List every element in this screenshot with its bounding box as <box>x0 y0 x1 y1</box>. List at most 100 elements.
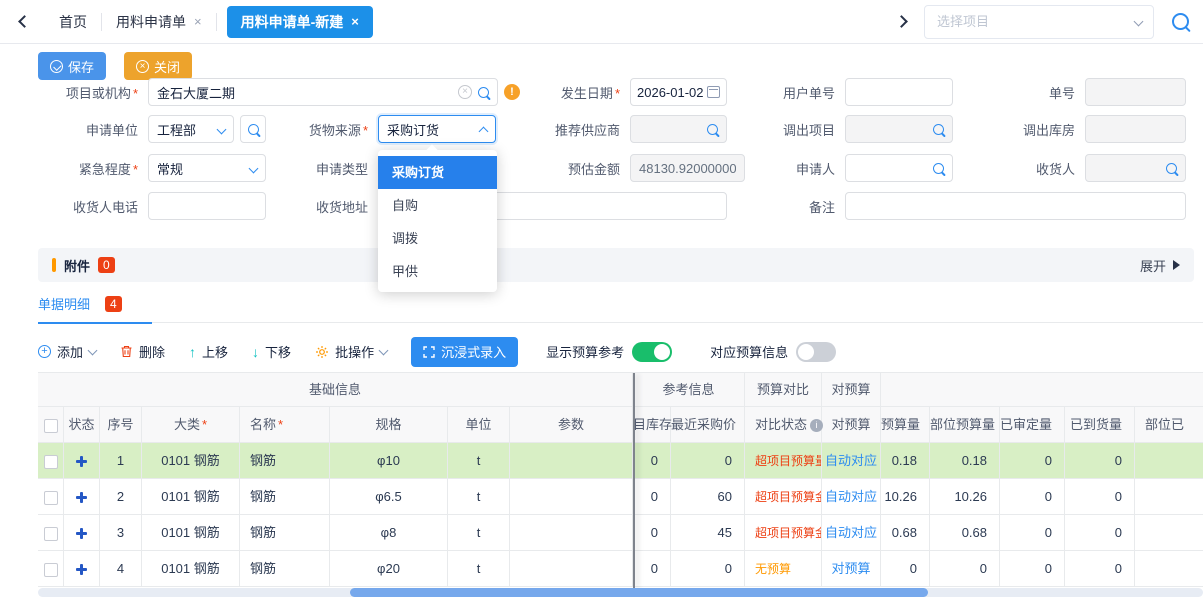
search-icon[interactable] <box>933 163 944 174</box>
add-row-icon[interactable] <box>76 456 87 467</box>
cell-name: 钢筋 <box>240 443 330 478</box>
move-down-button[interactable]: 下移 <box>252 342 291 361</box>
dropdown-option[interactable]: 采购订货 <box>378 156 497 189</box>
urgency-select[interactable]: 常规 <box>148 154 266 182</box>
tab-home[interactable]: 首页 <box>45 6 101 38</box>
forward-chevron-icon[interactable] <box>895 15 908 28</box>
form-row-3: 紧急程度 常规 申请类型 预估金额 48130.9200000000 申请人 收… <box>38 154 1186 182</box>
expand-button[interactable]: 展开 <box>1140 256 1180 275</box>
chevron-down-icon[interactable] <box>249 163 259 173</box>
cell-last_price: 60 <box>671 479 745 514</box>
table-row: 20101 钢筋钢筋φ6.5t060超项目预算金额自动对应10.2610.260… <box>38 479 1203 515</box>
check-circle-icon <box>50 60 63 73</box>
row-checkbox[interactable] <box>44 491 58 505</box>
cell-part_budget_qty: 10.26 <box>930 479 1000 514</box>
goods-source-label: 货物来源 <box>266 120 378 139</box>
batch-button[interactable]: 批操作 <box>315 342 387 361</box>
search-icon[interactable] <box>1172 13 1189 30</box>
search-icon[interactable] <box>478 87 489 98</box>
header-checkbox[interactable] <box>44 419 58 433</box>
dropdown-option[interactable]: 调拨 <box>378 222 497 255</box>
budget-link[interactable]: 自动对应 <box>825 453 877 468</box>
cell-param <box>510 479 633 514</box>
chevron-up-icon[interactable] <box>479 126 489 136</box>
compare-status: 超项目预算量, <box>755 454 822 468</box>
receiver-phone-field[interactable] <box>148 192 266 220</box>
search-icon[interactable] <box>933 124 944 135</box>
goods-source-select[interactable]: 采购订货 <box>378 115 496 143</box>
add-row-icon[interactable] <box>76 564 87 575</box>
plus-circle-icon <box>38 345 51 358</box>
cell-budget_qty: 0.18 <box>881 443 930 478</box>
immersive-entry-button[interactable]: 沉浸式录入 <box>411 337 518 367</box>
column-header-compare: 对比状态 <box>755 417 807 432</box>
apply-dept-search-button[interactable] <box>240 115 266 143</box>
cell-last_price: 0 <box>671 443 745 478</box>
compare-status: 超项目预算金额 <box>755 526 822 540</box>
tab-detail[interactable]: 单据明细 4 <box>38 294 152 324</box>
cell-extra <box>1135 479 1203 514</box>
attachment-bar[interactable]: 附件 0 展开 <box>38 248 1194 282</box>
budget-link[interactable]: 自动对应 <box>825 525 877 540</box>
budget-link[interactable]: 对预算 <box>831 561 870 576</box>
toggle-off-switch[interactable] <box>796 342 836 362</box>
tab-divider <box>216 13 217 31</box>
column-header-name: 名称 <box>250 417 276 432</box>
applicant-field[interactable] <box>845 154 953 182</box>
chevron-down-icon[interactable] <box>217 124 227 134</box>
delete-button[interactable]: 删除 <box>120 342 165 361</box>
move-up-button[interactable]: 上移 <box>189 342 228 361</box>
cell-part_budget_qty: 0.18 <box>930 443 1000 478</box>
add-row-icon[interactable] <box>76 528 87 539</box>
out-project-field <box>845 115 953 143</box>
cell-arrived: 0 <box>1065 443 1135 478</box>
apply-dept-select[interactable]: 工程部 <box>148 115 234 143</box>
gear-icon <box>315 345 329 359</box>
calendar-icon[interactable] <box>707 86 720 98</box>
dropdown-option[interactable]: 甲供 <box>378 255 497 288</box>
user-doc-no-field[interactable] <box>845 78 953 106</box>
project-select-input[interactable] <box>924 5 1154 39</box>
hscrollbar-track[interactable] <box>38 588 1203 597</box>
row-checkbox[interactable] <box>44 563 58 577</box>
down-arrow-icon <box>252 344 259 360</box>
cell-last_price: 0 <box>671 551 745 586</box>
remark-field[interactable] <box>845 192 1186 220</box>
fixed-column-divider <box>633 373 635 588</box>
dropdown-option[interactable]: 自购 <box>378 189 497 222</box>
warning-icon[interactable] <box>504 84 520 100</box>
hscrollbar-thumb[interactable] <box>350 588 928 597</box>
tab-material-request[interactable]: 用料申请单 <box>102 6 216 38</box>
tab-material-request-new[interactable]: 用料申请单-新建 <box>227 6 373 38</box>
close-icon[interactable] <box>194 15 202 28</box>
accent-bar-icon <box>52 258 56 272</box>
cell-approved: 0 <box>1000 443 1065 478</box>
add-button[interactable]: 添加 <box>38 342 96 361</box>
out-warehouse-field <box>1085 115 1186 143</box>
column-header-budget_qty: 预算量 <box>881 417 920 432</box>
row-checkbox[interactable] <box>44 527 58 541</box>
save-button[interactable]: 保存 <box>38 52 106 80</box>
cell-spec: φ20 <box>330 551 448 586</box>
clear-icon[interactable] <box>458 85 472 99</box>
cell-last_price: 45 <box>671 515 745 550</box>
form-row-2: 申请单位 工程部 货物来源 采购订货 推荐供应商 调出项目 调出库房 <box>38 115 1186 143</box>
back-chevron-icon[interactable] <box>18 15 31 28</box>
cell-unit: t <box>448 443 510 478</box>
search-icon[interactable] <box>1166 163 1177 174</box>
cell-budget_qty: 0.68 <box>881 515 930 550</box>
search-icon[interactable] <box>707 124 718 135</box>
close-icon[interactable] <box>351 15 359 28</box>
column-header-budget_link: 对预算 <box>831 417 870 432</box>
toggle-label: 显示预算参考 <box>546 342 624 361</box>
attachment-label: 附件 <box>64 256 90 275</box>
cell-seq: 4 <box>100 551 142 586</box>
budget-link[interactable]: 自动对应 <box>825 489 877 504</box>
close-button[interactable]: 关闭 <box>124 52 192 80</box>
add-row-icon[interactable] <box>76 492 87 503</box>
occur-date-field[interactable]: 2026-01-02 1 <box>630 78 727 106</box>
occur-date-value: 2026-01-02 1 <box>637 85 707 100</box>
project-field[interactable]: 金石大厦二期 <box>148 78 498 106</box>
toggle-on-switch[interactable] <box>632 342 672 362</box>
row-checkbox[interactable] <box>44 455 58 469</box>
